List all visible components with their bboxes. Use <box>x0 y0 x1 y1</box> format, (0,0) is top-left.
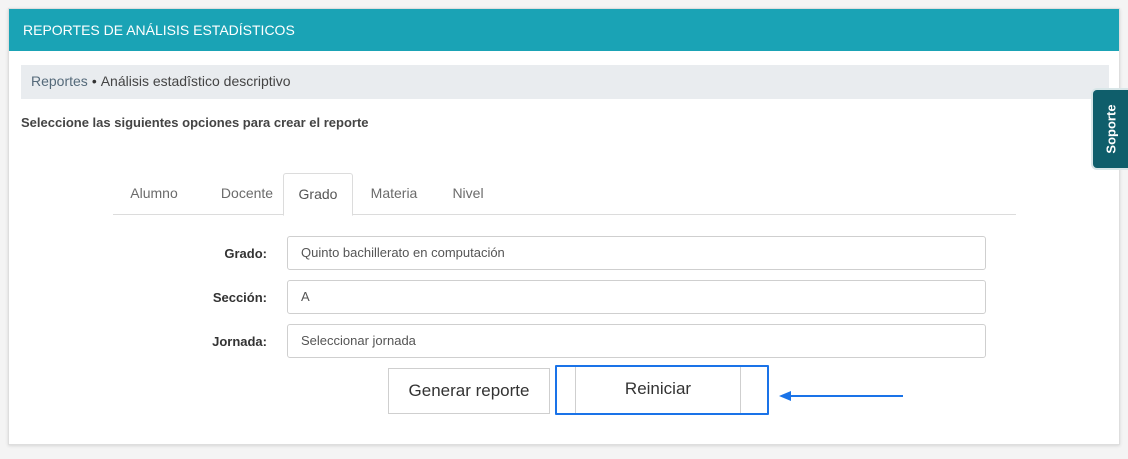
support-label: Soporte <box>1103 104 1118 154</box>
jornada-select[interactable]: Seleccionar jornada <box>287 324 986 358</box>
tab-alumno[interactable]: Alumno <box>113 173 195 215</box>
reset-button[interactable]: Reiniciar <box>575 367 741 413</box>
page-title: REPORTES DE ANÁLISIS ESTADÍSTICOS <box>23 22 295 38</box>
support-tab[interactable]: Soporte <box>1091 88 1128 170</box>
tab-docente[interactable]: Docente <box>203 173 291 215</box>
breadcrumb: Reportes • Análisis estadîstico descriptiv… <box>21 65 1109 99</box>
generate-report-button[interactable]: Generar reporte <box>388 368 550 414</box>
tab-bar: Alumno Docente Grado Materia Nivel <box>113 173 1016 216</box>
instruction-text: Seleccione las siguientes opciones para … <box>21 115 369 130</box>
arrow-left-icon <box>779 391 903 401</box>
breadcrumb-separator: • <box>91 73 97 89</box>
grado-label: Grado: <box>224 246 267 261</box>
report-card: REPORTES DE ANÁLISIS ESTADÍSTICOS Report… <box>8 8 1120 445</box>
tab-nivel[interactable]: Nivel <box>440 173 496 215</box>
jornada-label: Jornada: <box>212 334 267 349</box>
page-header: REPORTES DE ANÁLISIS ESTADÍSTICOS <box>9 9 1119 51</box>
breadcrumb-current: Análisis estadîstico descriptivo <box>100 73 291 89</box>
tab-materia[interactable]: Materia <box>360 173 428 215</box>
grado-select[interactable]: Quinto bachillerato en computación <box>287 236 986 270</box>
seccion-select[interactable]: A <box>287 280 986 314</box>
breadcrumb-link-reportes[interactable]: Reportes <box>31 73 88 89</box>
tab-grado[interactable]: Grado <box>283 173 353 216</box>
seccion-label: Sección: <box>212 290 267 305</box>
